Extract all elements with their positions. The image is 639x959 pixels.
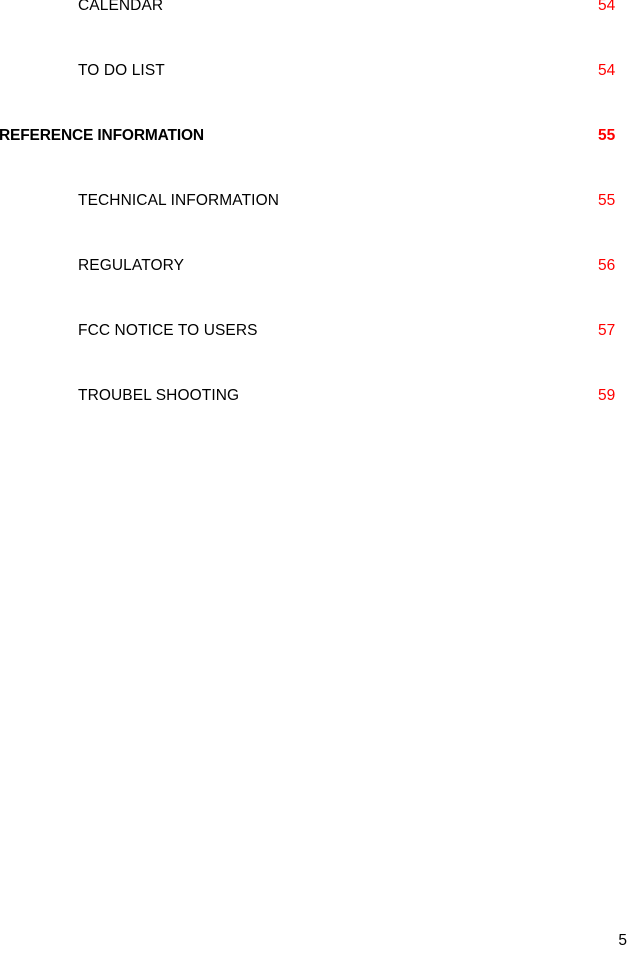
table-of-contents: CALENDAR 54 TO DO LIST 54 REFERENCE INFO… (0, 0, 639, 404)
toc-entry-page-number: 54 (598, 0, 616, 14)
toc-entry-page-number: 59 (598, 387, 616, 404)
toc-entry[interactable]: TO DO LIST 54 (0, 33, 639, 79)
toc-entry-page-number: 56 (598, 257, 616, 274)
toc-entry-title: TROUBEL SHOOTING (78, 387, 240, 404)
page-footer-number: 5 (618, 932, 627, 949)
toc-entry-title: CALENDAR (78, 0, 164, 14)
toc-entry[interactable]: REGULATORY 56 (0, 130, 639, 274)
toc-section-heading[interactable]: REFERENCE INFORMATION 55 (0, 65, 639, 144)
toc-entry-page-number: 57 (598, 322, 616, 339)
toc-entry[interactable]: TROUBEL SHOOTING 59 (0, 195, 639, 404)
toc-entry[interactable]: CALENDAR 54 (0, 0, 639, 33)
toc-entry-title: FCC NOTICE TO USERS (78, 322, 258, 339)
toc-entry[interactable]: TECHNICAL INFORMATION 55 (0, 98, 639, 209)
toc-entry-title: REGULATORY (78, 257, 185, 274)
document-page: CALENDAR 54 TO DO LIST 54 REFERENCE INFO… (0, 0, 639, 959)
toc-entry[interactable]: FCC NOTICE TO USERS 57 (0, 163, 639, 339)
